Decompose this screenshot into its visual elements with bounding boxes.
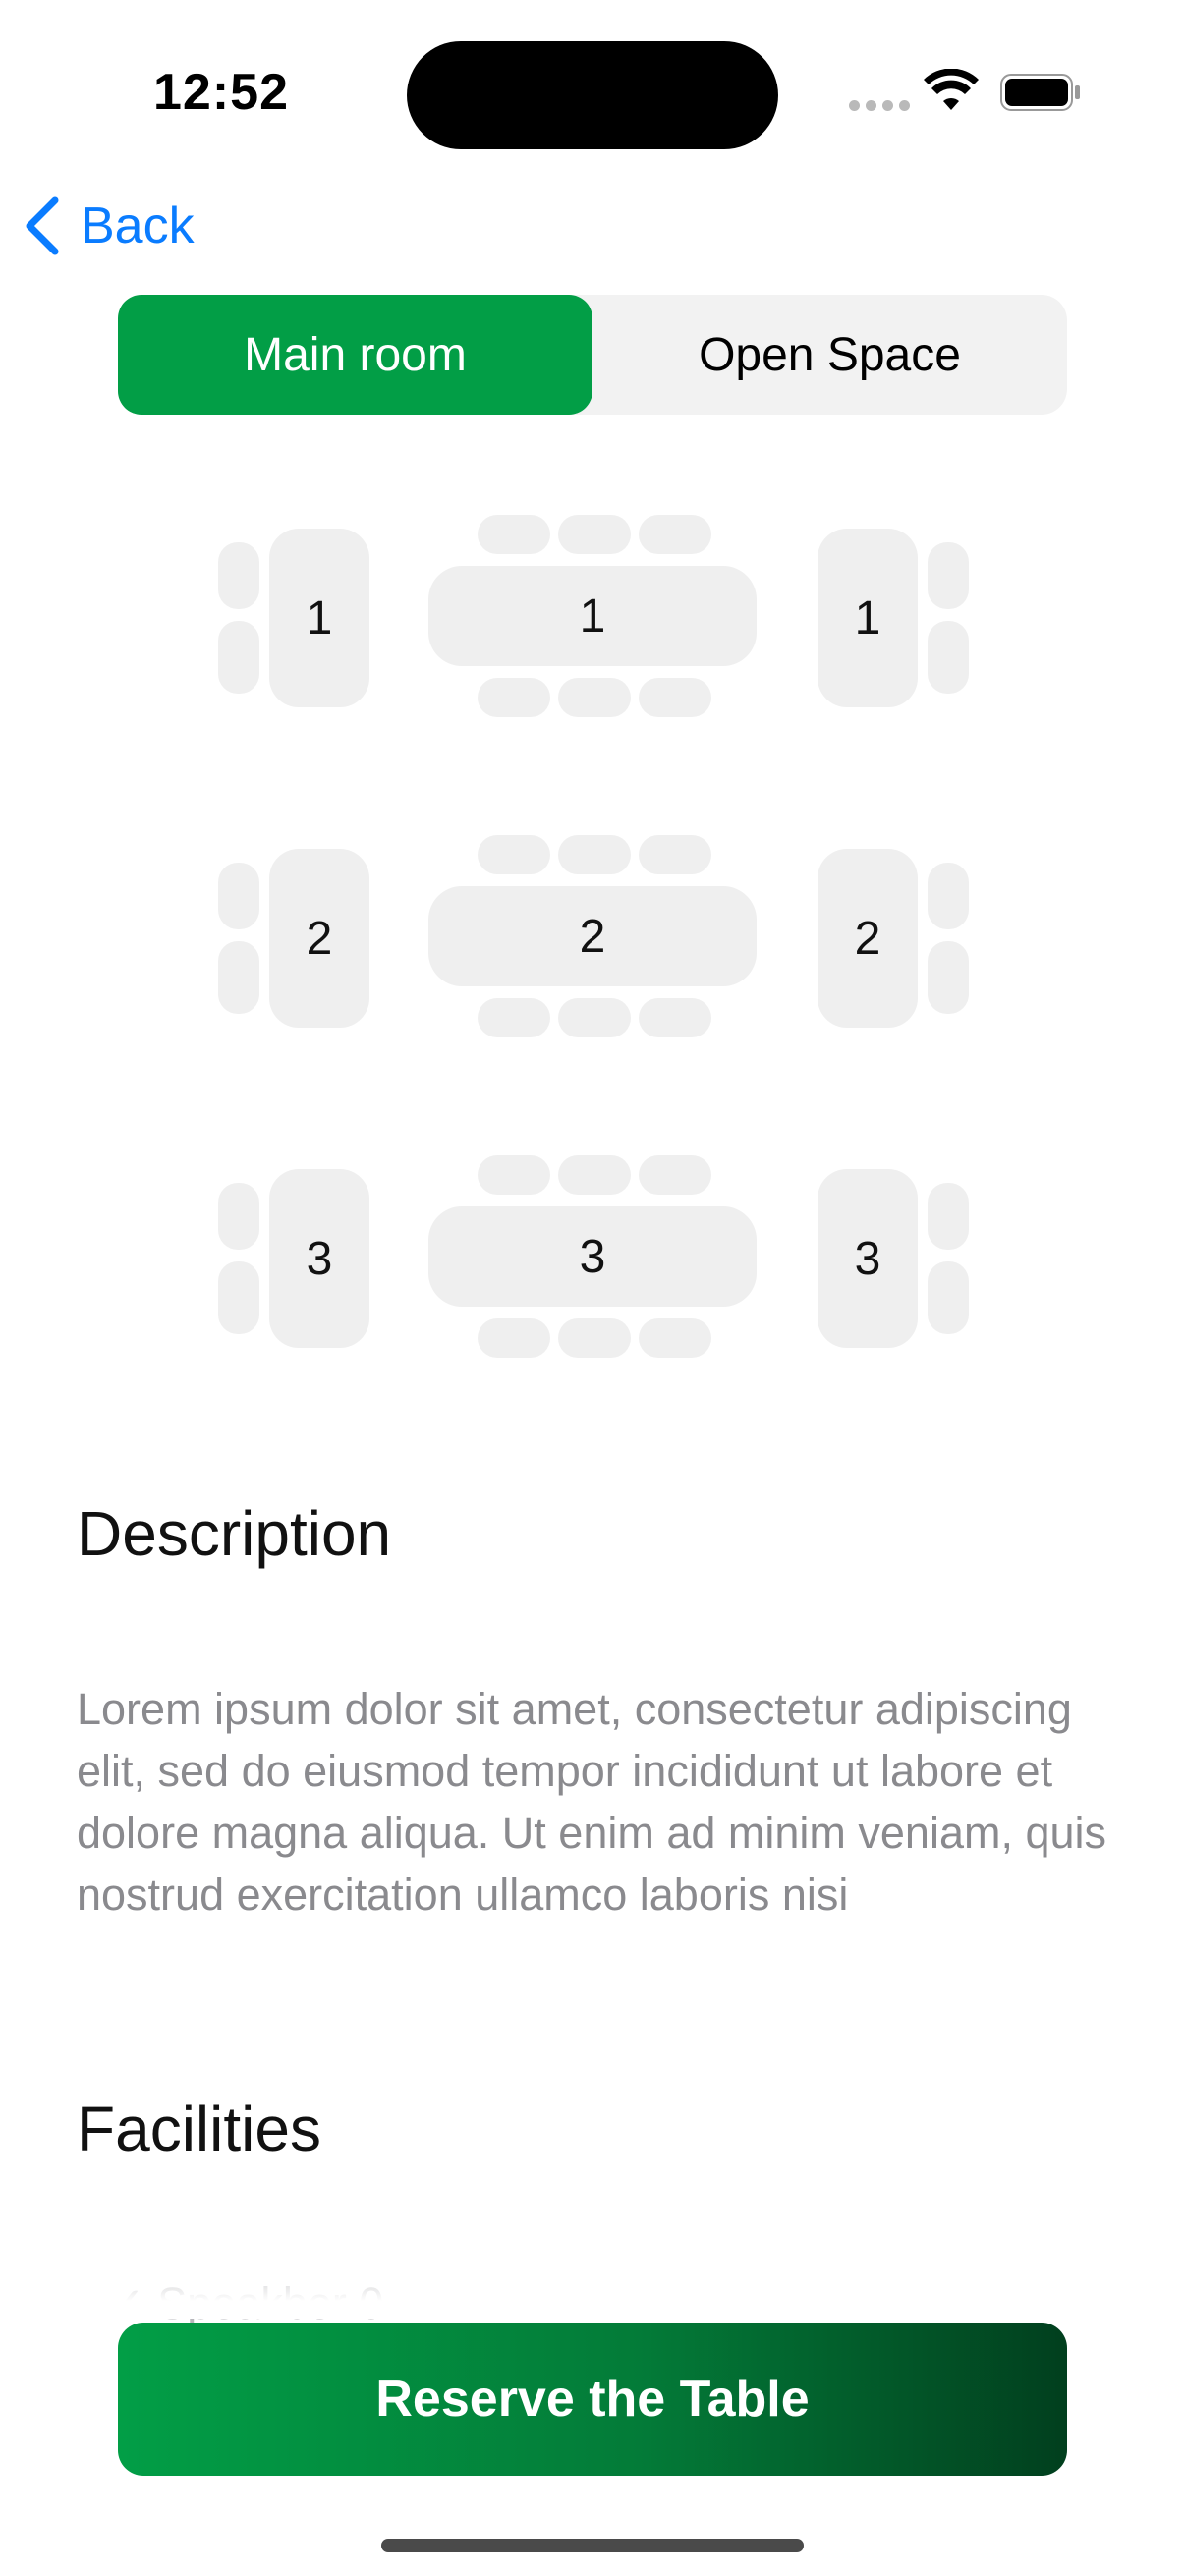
description-text: Lorem ipsum dolor sit amet, consectetur … [77,1684,1107,1920]
chair [639,515,711,554]
chair [928,1183,969,1250]
chair [478,678,550,717]
chair [639,1155,711,1195]
scroll-fade [0,2260,1185,2319]
chevron-left-icon [26,196,59,255]
chair [639,1318,711,1358]
dynamic-island [407,41,778,149]
table-right[interactable]: 1 [818,529,918,707]
chair [558,1155,631,1195]
chair [928,542,969,609]
facilities-title: Facilities [77,2094,321,2164]
back-button[interactable]: Back [24,196,195,255]
table-left[interactable]: 3 [269,1169,369,1348]
chair [558,515,631,554]
chair [558,1318,631,1358]
table-center[interactable]: 2 [428,886,757,986]
chair [218,863,259,929]
table-left[interactable]: 1 [269,529,369,707]
chair [928,941,969,1014]
chair [558,998,631,1037]
chair [639,835,711,874]
chair [218,621,259,694]
chair [218,1183,259,1250]
chair [218,542,259,609]
back-label: Back [81,197,195,254]
description-title: Description [77,1498,392,1569]
segment-main-room[interactable]: Main room [118,295,592,415]
table-right[interactable]: 3 [818,1169,918,1348]
chair [218,1261,259,1334]
chair [558,678,631,717]
reserve-table-button[interactable]: Reserve the Table [118,2323,1067,2476]
chair [478,835,550,874]
chair [478,998,550,1037]
table-right[interactable]: 2 [818,849,918,1028]
chair [478,1318,550,1358]
table-center[interactable]: 1 [428,566,757,666]
battery-icon [1000,74,1080,111]
home-indicator[interactable] [381,2539,804,2552]
table-center[interactable]: 3 [428,1206,757,1307]
chair [639,998,711,1037]
chair [928,621,969,694]
table-left[interactable]: 2 [269,849,369,1028]
chair [928,1261,969,1334]
signal-dots-icon [849,100,910,111]
room-segmented-control: Main room Open Space [118,295,1067,415]
chair [558,835,631,874]
chair [218,941,259,1014]
segment-open-space[interactable]: Open Space [592,295,1067,415]
chair [478,1155,550,1195]
chair [478,515,550,554]
chair [928,863,969,929]
chair [639,678,711,717]
wifi-icon [924,69,979,110]
status-time: 12:52 [153,64,289,121]
